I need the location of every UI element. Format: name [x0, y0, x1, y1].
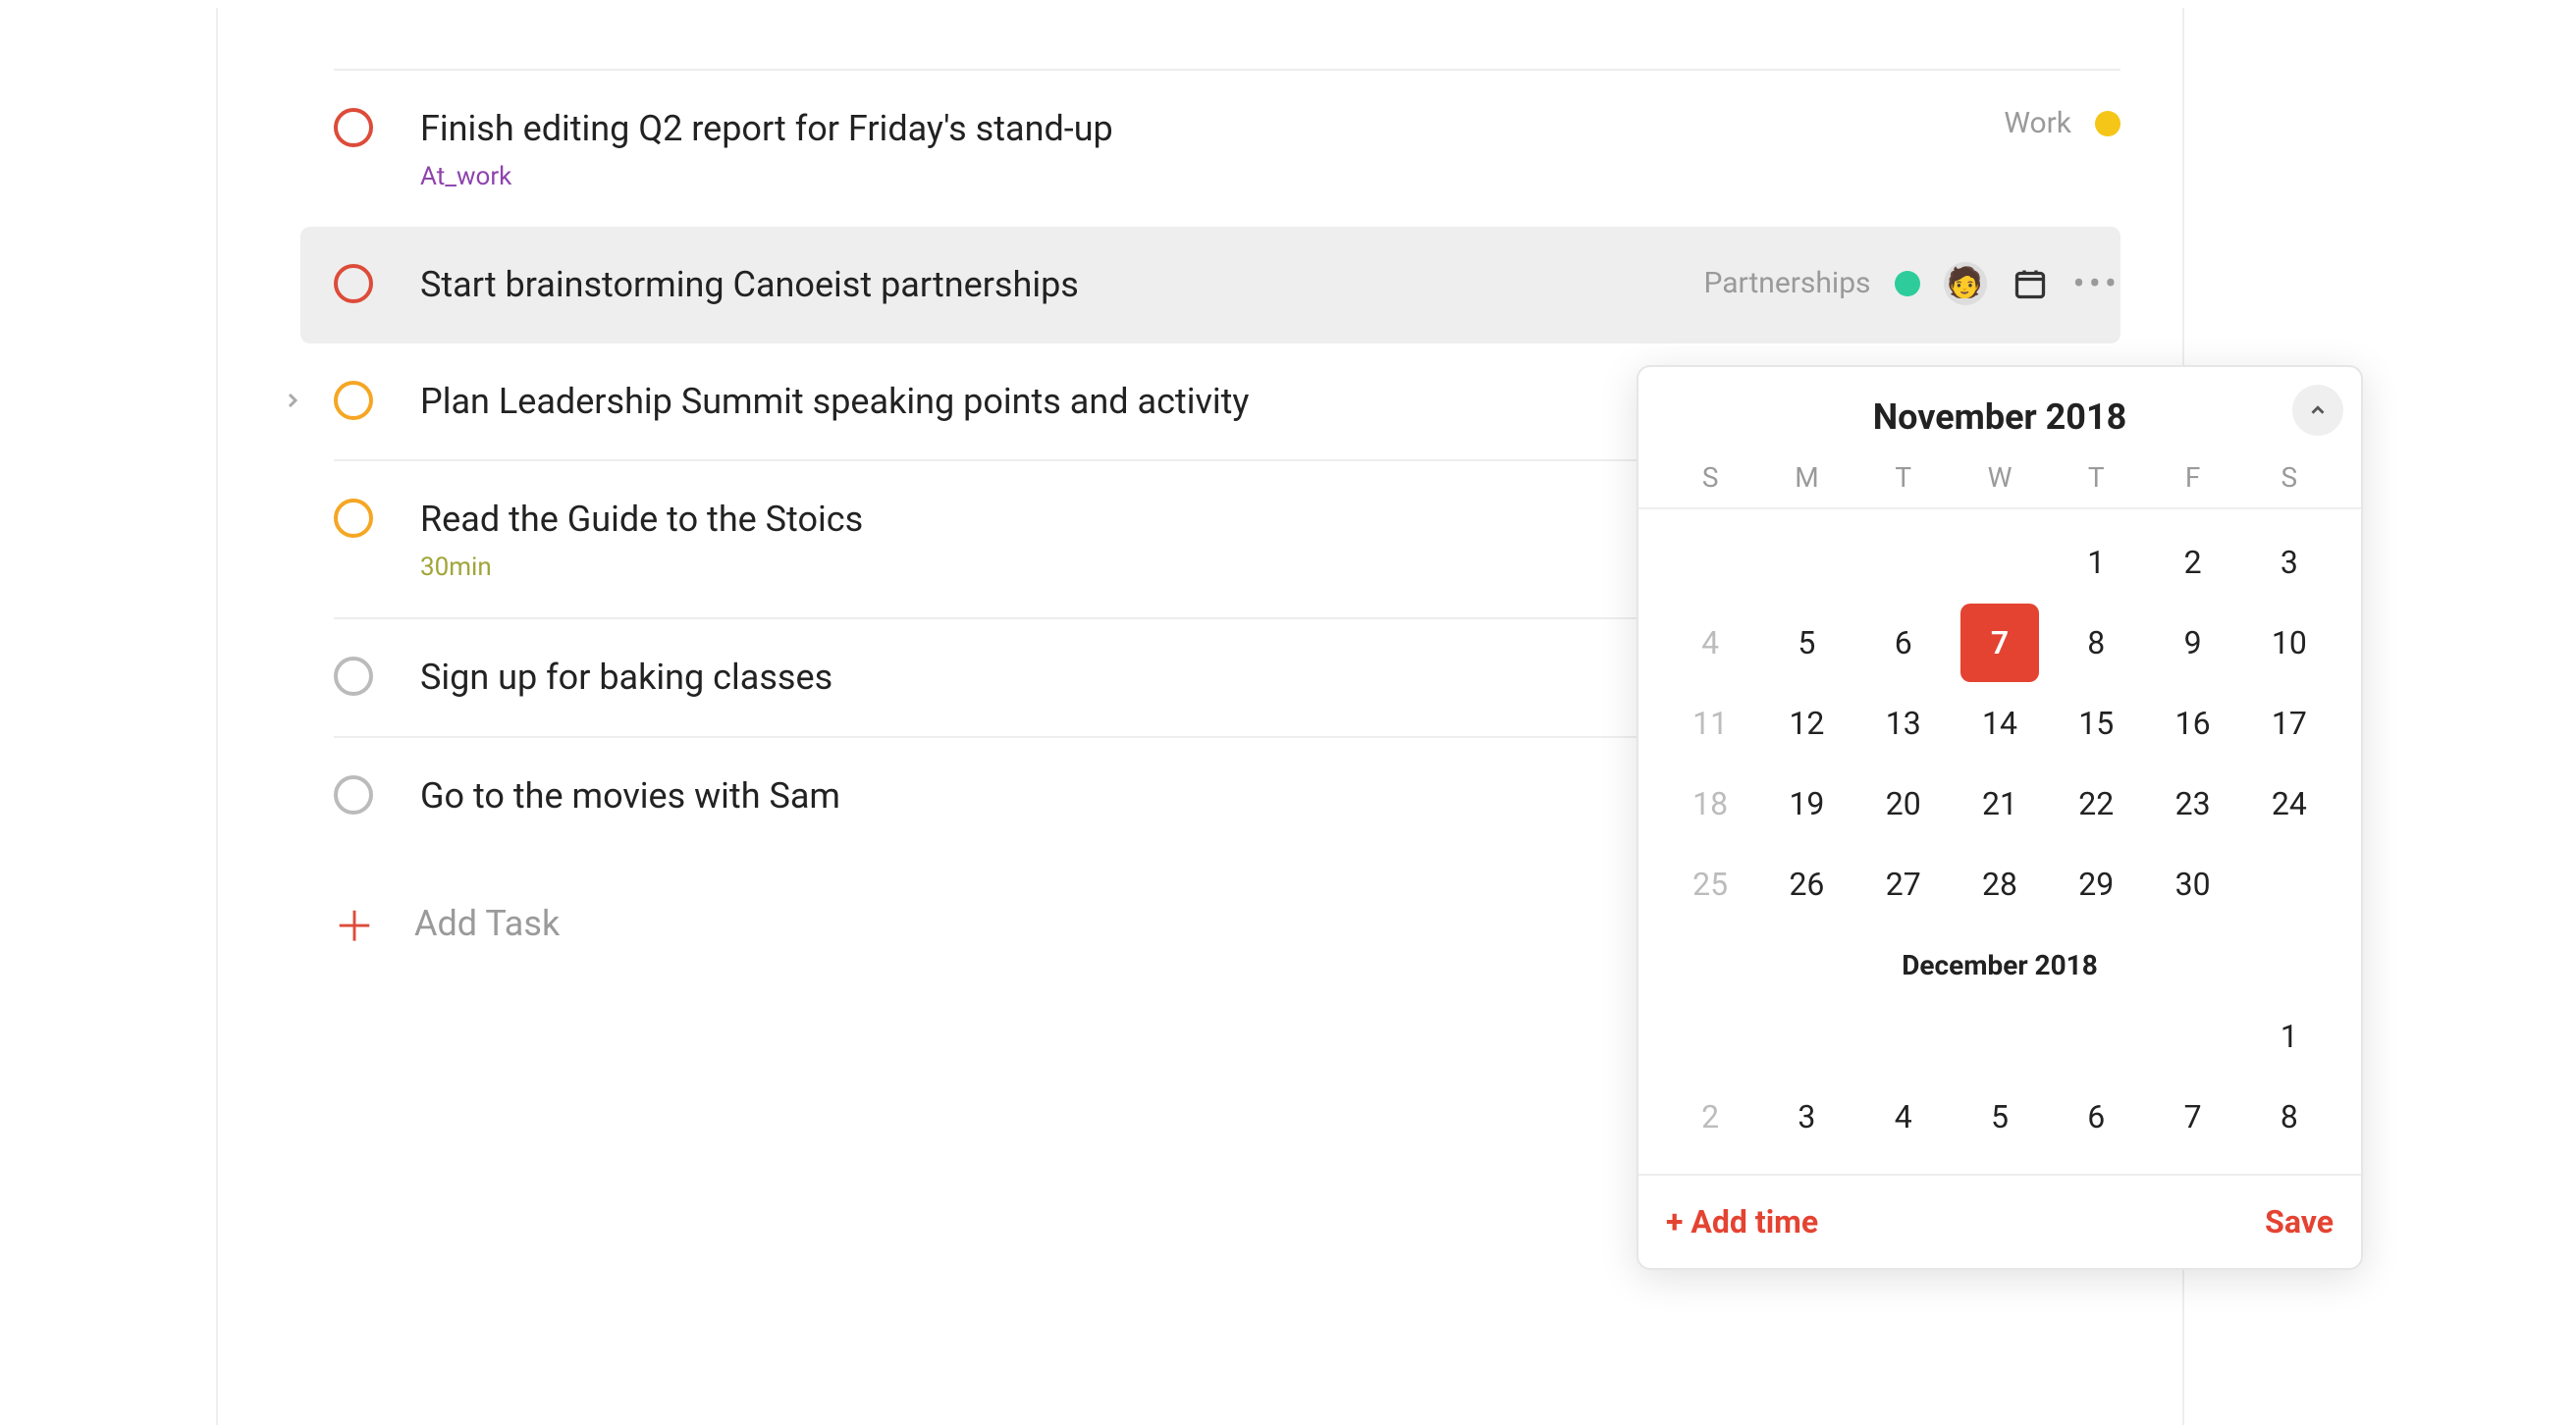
calendar-day[interactable]: 21 — [1952, 776, 2048, 831]
calendar-day[interactable]: 8 — [2241, 1089, 2337, 1144]
calendar-icon[interactable] — [2011, 264, 2050, 303]
calendar-day[interactable]: 6 — [1855, 615, 1952, 670]
calendar-day[interactable]: 13 — [1855, 696, 1952, 751]
calendar-day[interactable]: 1 — [2048, 535, 2144, 590]
calendar-day[interactable]: 19 — [1758, 776, 1854, 831]
calendar-month-title: November 2018 — [1873, 396, 2127, 438]
dow-cell: T — [2048, 461, 2144, 494]
panel-left-border — [216, 8, 218, 1425]
more-actions-icon[interactable]: ••• — [2073, 263, 2120, 304]
task-main: Finish editing Q2 report for Friday's st… — [420, 106, 1984, 191]
calendar-day[interactable]: 20 — [1855, 776, 1952, 831]
calendar-day[interactable]: 27 — [1855, 857, 1952, 912]
date-picker-popover: November 2018 S M T W T F S 123456789101… — [1637, 365, 2363, 1270]
label-color-dot — [2095, 111, 2120, 136]
calendar-day[interactable]: 28 — [1952, 857, 2048, 912]
task-checkbox[interactable] — [334, 657, 373, 696]
task-row[interactable]: Finish editing Q2 report for Friday's st… — [334, 69, 2120, 227]
calendar-dow-row: S M T W T F S — [1638, 461, 2361, 509]
dow-cell: M — [1758, 461, 1854, 494]
task-checkbox[interactable] — [334, 499, 373, 538]
task-meta: Partnerships 🧑 ••• — [1703, 262, 2120, 305]
calendar-day[interactable]: 29 — [2048, 857, 2144, 912]
task-checkbox[interactable] — [334, 264, 373, 303]
dow-cell: W — [1952, 461, 2048, 494]
calendar-day[interactable]: 22 — [2048, 776, 2144, 831]
calendar-day[interactable]: 4 — [1855, 1089, 1952, 1144]
calendar-day[interactable]: 9 — [2144, 615, 2240, 670]
calendar-day[interactable]: 14 — [1952, 696, 2048, 751]
expand-subtasks-icon[interactable] — [281, 387, 304, 419]
calendar-day[interactable]: 12 — [1758, 696, 1854, 751]
calendar-day[interactable]: 3 — [2241, 535, 2337, 590]
app-root: Finish editing Q2 report for Friday's st… — [0, 0, 2576, 1425]
calendar-day[interactable]: 5 — [1758, 615, 1854, 670]
collapse-icon[interactable] — [2292, 385, 2343, 436]
task-meta: Work — [2004, 106, 2120, 140]
calendar-day[interactable]: 3 — [1758, 1089, 1854, 1144]
task-label[interactable]: Partnerships — [1703, 266, 1870, 300]
calendar-day[interactable]: 2 — [1662, 1089, 1758, 1144]
add-time-button[interactable]: + Add time — [1666, 1203, 1818, 1240]
assignee-avatar[interactable]: 🧑 — [1944, 262, 1987, 305]
task-row[interactable]: Start brainstorming Canoeist partnership… — [300, 227, 2120, 343]
task-label[interactable]: Work — [2004, 106, 2071, 140]
dow-cell: T — [1855, 461, 1952, 494]
calendar-day[interactable]: 8 — [2048, 615, 2144, 670]
calendar-day[interactable]: 7 — [2144, 1089, 2240, 1144]
calendar-day[interactable]: 7 — [1952, 615, 2048, 670]
dow-cell: S — [1662, 461, 1758, 494]
calendar-day[interactable]: 30 — [2144, 857, 2240, 912]
task-checkbox[interactable] — [334, 381, 373, 420]
calendar-header: November 2018 — [1662, 387, 2337, 461]
dow-cell: F — [2144, 461, 2240, 494]
calendar-day[interactable]: 18 — [1662, 776, 1758, 831]
calendar-day[interactable]: 5 — [1952, 1089, 2048, 1144]
task-checkbox[interactable] — [334, 775, 373, 815]
calendar-day[interactable]: 15 — [2048, 696, 2144, 751]
plus-icon: ＋ — [334, 894, 373, 954]
task-subtext[interactable]: At_work — [420, 162, 1984, 191]
calendar-day[interactable]: 1 — [2241, 1009, 2337, 1064]
calendar-day[interactable]: 11 — [1662, 696, 1758, 751]
calendar-day[interactable]: 25 — [1662, 857, 1758, 912]
task-title: Finish editing Q2 report for Friday's st… — [420, 106, 1984, 152]
calendar-day[interactable]: 2 — [2144, 535, 2240, 590]
calendar-day[interactable]: 16 — [2144, 696, 2240, 751]
calendar-scroll[interactable]: 1234567891011121314151617181920212223242… — [1662, 509, 2337, 1174]
calendar-day[interactable]: 10 — [2241, 615, 2337, 670]
calendar-day[interactable]: 26 — [1758, 857, 1854, 912]
task-title: Start brainstorming Canoeist partnership… — [420, 262, 1684, 308]
save-button[interactable]: Save — [2265, 1203, 2334, 1240]
dow-cell: S — [2241, 461, 2337, 494]
calendar-day[interactable]: 23 — [2144, 776, 2240, 831]
label-color-dot — [1895, 271, 1920, 296]
calendar-day[interactable]: 24 — [2241, 776, 2337, 831]
calendar-grid: 1234567891011121314151617181920212223242… — [1662, 509, 2337, 941]
add-task-label: Add Task — [414, 903, 560, 944]
calendar-day[interactable]: 4 — [1662, 615, 1758, 670]
calendar-footer: + Add time Save — [1638, 1174, 2361, 1268]
task-checkbox[interactable] — [334, 108, 373, 147]
calendar-day[interactable]: 17 — [2241, 696, 2337, 751]
calendar-day[interactable]: 6 — [2048, 1089, 2144, 1144]
calendar-month-subtitle: December 2018 — [1662, 941, 2337, 991]
task-main: Start brainstorming Canoeist partnership… — [420, 262, 1684, 308]
calendar-grid: 1 2345678 — [1662, 991, 2337, 1174]
